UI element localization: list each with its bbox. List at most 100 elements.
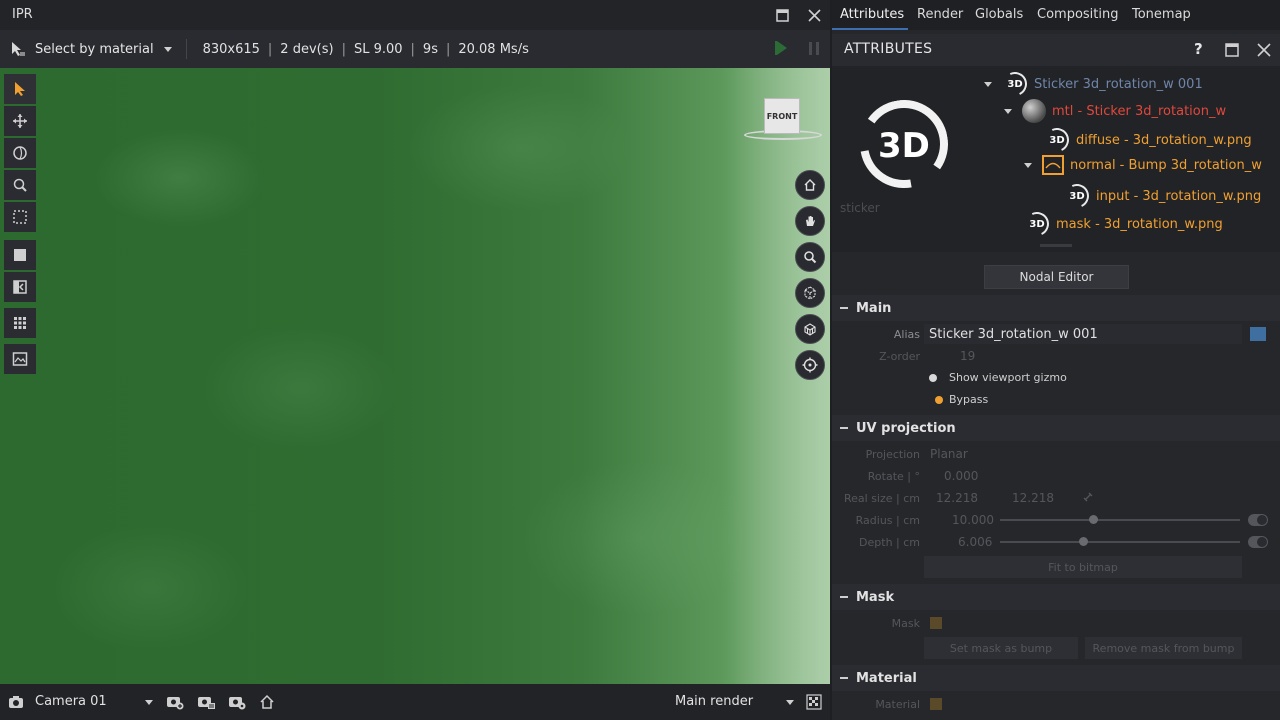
view-cube-face[interactable]: FRONT [764, 98, 800, 134]
tree-item-mask[interactable]: 3D mask - 3d_rotation_w.png [1024, 211, 1223, 237]
maximize-icon[interactable] [772, 5, 792, 25]
marquee-icon[interactable] [4, 202, 36, 232]
remove-mask-from-bump-button[interactable]: Remove mask from bump [1085, 637, 1242, 659]
camera-dropdown[interactable]: Camera 01 [35, 694, 107, 709]
object-view-icon[interactable] [795, 278, 825, 308]
depth-slider-knob[interactable] [1079, 537, 1088, 546]
camera-settings-icon[interactable] [227, 692, 247, 712]
camera-list-icon[interactable] [196, 692, 216, 712]
depth-slider[interactable] [1000, 541, 1240, 543]
chevron-down-icon[interactable] [145, 700, 153, 705]
ipr-bottom-bar: Camera 01 Main render [0, 684, 830, 720]
resolution-readout: 830x615 [202, 41, 260, 57]
tree-item-label: mask - 3d_rotation_w.png [1056, 216, 1223, 232]
collapse-icon[interactable] [840, 677, 848, 679]
full-frame-icon[interactable] [4, 240, 36, 270]
tab-attributes[interactable]: Attributes [840, 7, 904, 22]
rotate-field[interactable]: 0.000 [944, 469, 978, 483]
projection-dropdown[interactable]: Planar [930, 447, 968, 461]
stat-separator: | [267, 41, 273, 57]
tab-compositing[interactable]: Compositing [1037, 7, 1119, 22]
checker-icon[interactable] [804, 692, 824, 712]
section-main-header[interactable]: Main [832, 295, 1280, 321]
stat-separator: | [410, 41, 415, 57]
tree-item-label: mtl - Sticker 3d_rotation_w [1052, 103, 1227, 119]
scene-view-icon[interactable] [795, 314, 825, 344]
3d-rotation-icon: 3D [1002, 71, 1028, 97]
bypass-toggle[interactable] [935, 396, 943, 404]
depth-toggle[interactable] [1248, 536, 1268, 548]
bypass-label: Bypass [949, 393, 989, 406]
split-view-icon[interactable] [4, 272, 36, 302]
chevron-down-icon[interactable] [786, 700, 794, 705]
alias-field[interactable]: Sticker 3d_rotation_w 001 [924, 324, 1242, 344]
ipr-title: IPR [12, 7, 33, 22]
tab-render[interactable]: Render [917, 7, 963, 22]
nodal-editor-button[interactable]: Nodal Editor [984, 265, 1129, 289]
tree-item-input[interactable]: 3D input - 3d_rotation_w.png [1064, 183, 1261, 209]
zoom-magnifier-icon[interactable] [795, 242, 825, 272]
collapse-icon[interactable] [840, 307, 848, 309]
snapshot-icon[interactable] [4, 344, 36, 374]
collapse-icon[interactable] [840, 596, 848, 598]
depth-label: Depth | cm [859, 536, 920, 549]
focus-target-icon[interactable] [795, 350, 825, 380]
select-arrow-icon[interactable] [4, 74, 36, 104]
z-order-field[interactable]: 19 [960, 349, 975, 363]
expand-triangle-icon[interactable] [984, 81, 992, 87]
mask-slot[interactable] [930, 617, 942, 629]
render-viewport[interactable] [0, 68, 830, 684]
view-cube[interactable]: FRONT [744, 96, 822, 144]
camera-icon[interactable] [6, 692, 26, 712]
zoom-icon[interactable] [4, 170, 36, 200]
select-by-material-icon[interactable] [10, 41, 26, 57]
radius-slider[interactable] [1000, 519, 1240, 521]
material-slot[interactable] [930, 698, 942, 710]
tree-scrollbar[interactable] [1040, 244, 1072, 247]
radius-field[interactable]: 10.000 [952, 513, 994, 527]
3d-rotation-icon: 3D [1044, 127, 1070, 153]
radius-toggle[interactable] [1248, 514, 1268, 526]
grid-icon[interactable] [4, 308, 36, 338]
expand-triangle-icon[interactable] [1024, 162, 1032, 168]
collapse-icon[interactable] [840, 427, 848, 429]
rotate-icon[interactable] [4, 138, 36, 168]
section-uv-header[interactable]: UV projection [832, 415, 1280, 441]
tree-item-normal[interactable]: normal - Bump 3d_rotation_w [1024, 155, 1262, 175]
help-icon[interactable]: ? [1194, 40, 1203, 58]
render-target-dropdown[interactable]: Main render [675, 694, 753, 709]
tree-item-root[interactable]: 3D Sticker 3d_rotation_w 001 [984, 71, 1203, 97]
depth-field[interactable]: 6.006 [958, 535, 992, 549]
set-mask-as-bump-button[interactable]: Set mask as bump [924, 637, 1078, 659]
camera-add-icon[interactable] [165, 692, 185, 712]
pause-icon[interactable] [809, 42, 819, 55]
section-title: Mask [856, 589, 895, 605]
section-material-header[interactable]: Material [832, 665, 1280, 691]
tab-tonemap[interactable]: Tonemap [1132, 7, 1191, 22]
play-icon[interactable] [777, 41, 787, 55]
close-icon[interactable] [1257, 43, 1271, 57]
maximize-icon[interactable] [1225, 43, 1239, 57]
close-icon[interactable] [804, 5, 824, 25]
material-tree: 3D sticker 3D Sticker 3d_rotation_w 001 … [832, 66, 1280, 252]
selection-mode-dropdown[interactable]: Select by material [35, 42, 154, 57]
link-icon[interactable] [1083, 492, 1093, 502]
home-icon[interactable] [257, 692, 277, 712]
tree-item-material[interactable]: mtl - Sticker 3d_rotation_w [1004, 99, 1226, 123]
pan-hand-icon[interactable] [795, 206, 825, 236]
home-icon[interactable] [795, 170, 825, 200]
real-size-x-field[interactable]: 12.218 [936, 491, 978, 505]
move-icon[interactable] [4, 106, 36, 136]
real-size-y-field[interactable]: 12.218 [1012, 491, 1054, 505]
section-mask-header[interactable]: Mask [832, 584, 1280, 610]
radius-slider-knob[interactable] [1089, 515, 1098, 524]
tab-globals[interactable]: Globals [975, 7, 1023, 22]
tree-item-diffuse[interactable]: 3D diffuse - 3d_rotation_w.png [1044, 127, 1251, 153]
alias-color-swatch[interactable] [1250, 327, 1266, 341]
tree-item-label: normal - Bump 3d_rotation_w [1070, 157, 1262, 173]
expand-triangle-icon[interactable] [1004, 108, 1012, 114]
chevron-down-icon[interactable] [163, 46, 172, 52]
fit-to-bitmap-button[interactable]: Fit to bitmap [924, 556, 1242, 578]
gizmo-toggle[interactable] [929, 374, 937, 382]
sticker-preview-3d-icon: 3D [842, 82, 966, 206]
